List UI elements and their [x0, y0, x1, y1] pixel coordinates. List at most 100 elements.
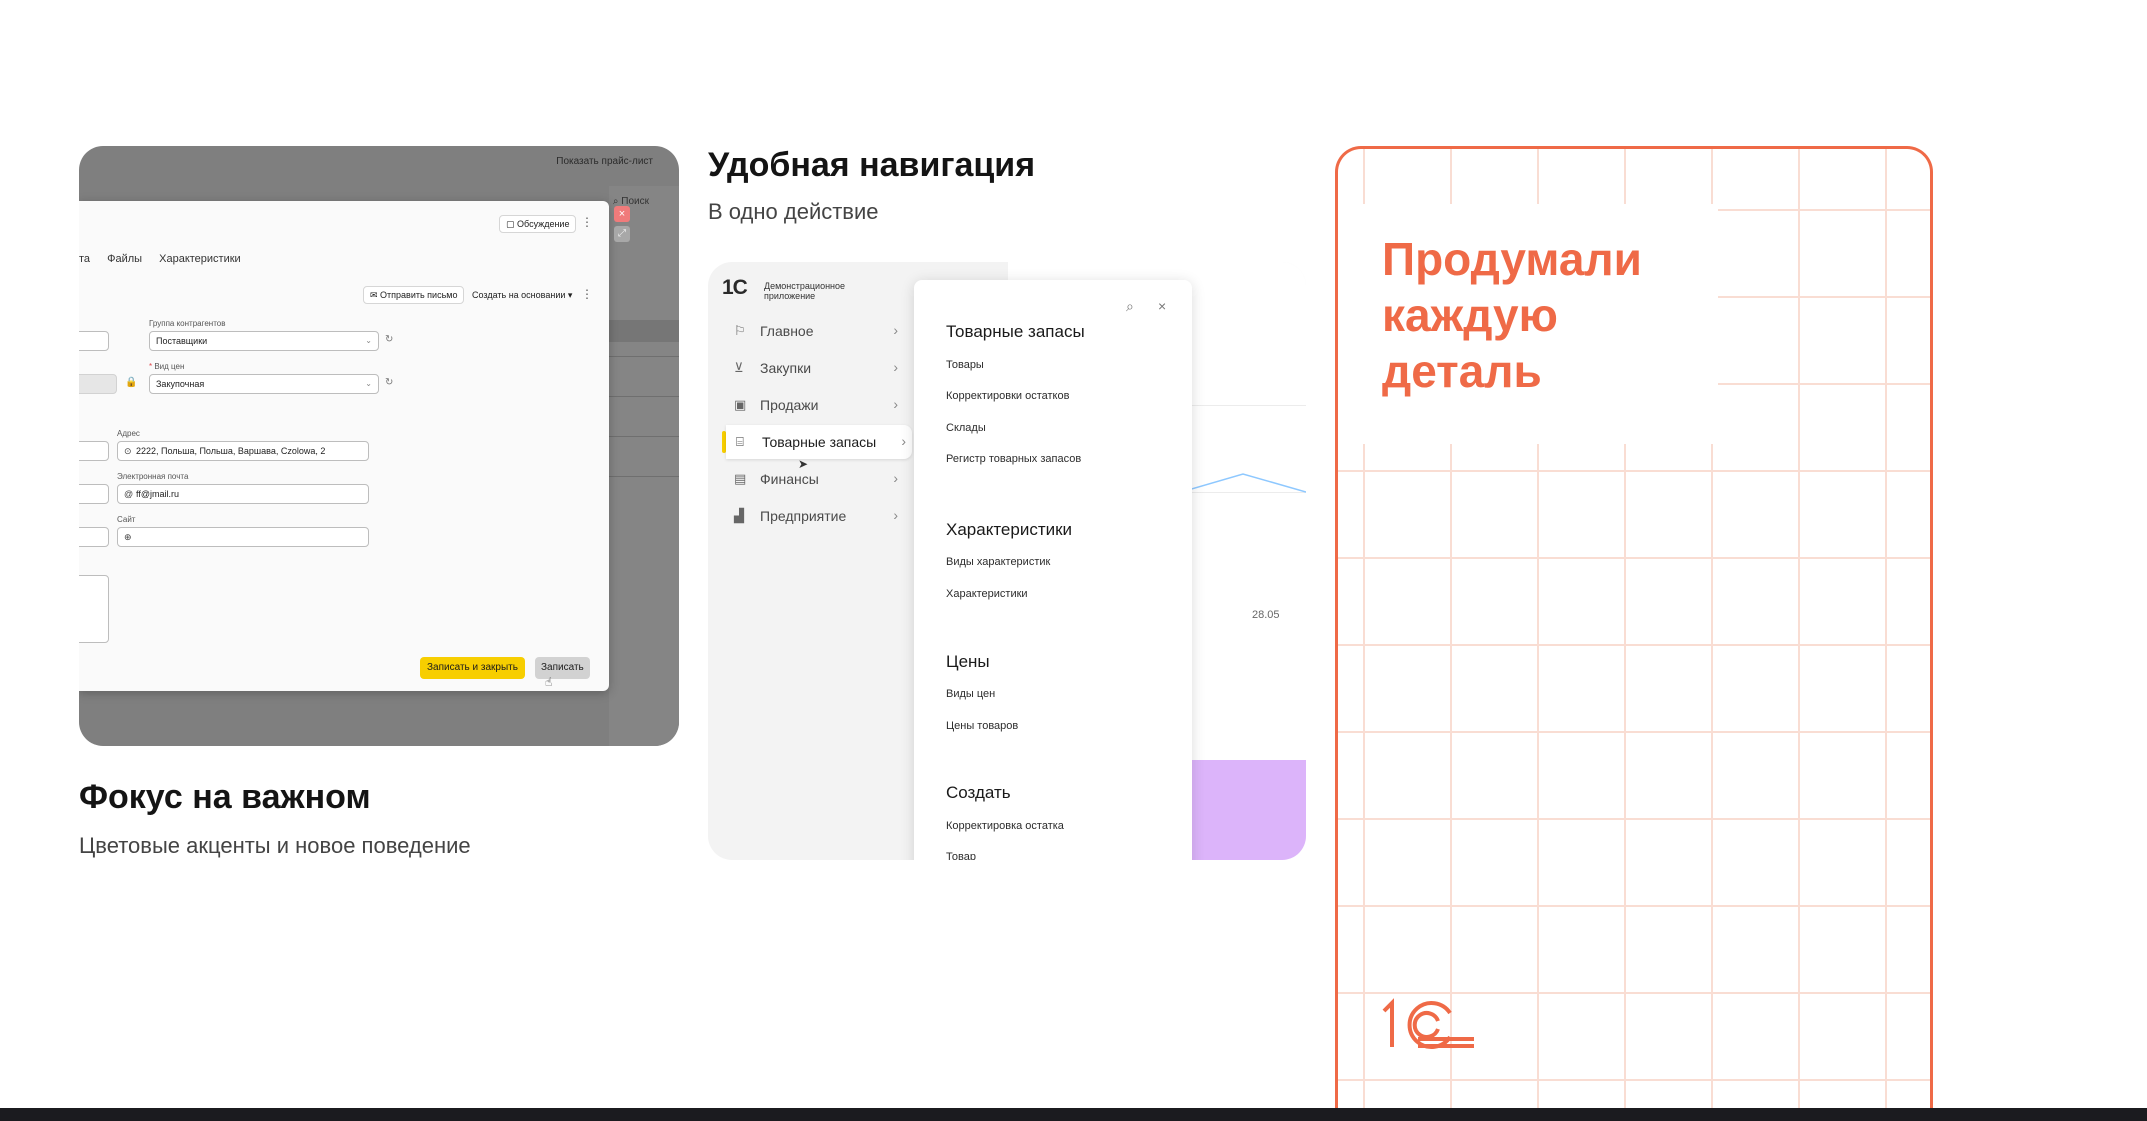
chevron-right-icon: ›: [893, 396, 898, 412]
nav-link[interactable]: Характеристики: [946, 588, 1028, 600]
flag-icon: ⚐: [734, 323, 746, 338]
save-and-close-button[interactable]: Записать и закрыть: [420, 657, 525, 679]
menu-item-finance[interactable]: ▤ Финансы ›: [724, 462, 904, 496]
background-row-divider: [609, 476, 679, 477]
menu-item-enterprise[interactable]: ▟ Предприятие ›: [724, 499, 904, 533]
more-icon[interactable]: ⋮: [581, 215, 593, 229]
focus-card: Показать прайс-лист ⌕ Поиск ▢ Обсуждение…: [79, 146, 679, 746]
background-row-divider: [609, 356, 679, 357]
section-title: Создать: [946, 783, 1011, 802]
group-select[interactable]: Поставщики ⌄: [149, 331, 379, 351]
menu-item-inventory[interactable]: ⌸ Товарные запасы ›: [726, 425, 912, 459]
site-field[interactable]: ⊕: [117, 527, 369, 547]
page-bottom-bar: [0, 1108, 2147, 1121]
section-title: Товарные запасы: [946, 322, 1085, 341]
nav-link[interactable]: Товары: [946, 359, 984, 371]
partial-field[interactable]: [79, 441, 109, 461]
nav-link[interactable]: Виды характеристик: [946, 556, 1050, 568]
price-type-select[interactable]: Закупочная ⌄: [149, 374, 379, 394]
chevron-right-icon: ›: [893, 322, 898, 338]
navigation-title: Удобная навигация: [708, 146, 1036, 184]
navigation-panel: ⌕ × Товарные запасы Товары Корректировки…: [914, 280, 1192, 860]
tab-main[interactable]: та: [79, 253, 90, 265]
chat-icon: ▢: [506, 219, 518, 229]
grid-line: [1338, 818, 1930, 820]
nav-link[interactable]: Корректировка остатка: [946, 820, 1064, 832]
close-icon[interactable]: ×: [614, 206, 630, 222]
grid-line: [1885, 149, 1887, 1121]
partial-field-disabled: [79, 374, 117, 394]
section-title: Цены: [946, 652, 990, 671]
grid-line: [1338, 992, 1930, 994]
mail-icon: ✉: [370, 290, 381, 300]
brand-headline: Продумали каждую деталь: [1382, 233, 1642, 397]
chevron-right-icon: ›: [893, 507, 898, 523]
focus-subtitle: Цветовые акценты и новое поведение: [79, 833, 471, 858]
create-based-button[interactable]: Создать на основании ▾: [472, 290, 572, 301]
save-button[interactable]: Записать: [535, 657, 590, 679]
history-icon[interactable]: ↻: [385, 377, 393, 388]
dialog-tabs: та Файлы Характеристики: [79, 253, 255, 265]
menu-item-purchases[interactable]: ⊻ Закупки ›: [724, 351, 904, 385]
email-label: Электронная почта: [117, 472, 189, 481]
group-label: Группа контрагентов: [149, 319, 226, 328]
menu-item-main[interactable]: ⚐ Главное ›: [724, 314, 904, 348]
nav-link[interactable]: Виды цен: [946, 688, 995, 700]
close-icon[interactable]: ×: [1158, 298, 1166, 314]
grid-line: [1338, 644, 1930, 646]
chevron-down-icon: ⌄: [365, 379, 372, 388]
send-letter-button[interactable]: ✉ Отправить письмо: [363, 286, 465, 304]
chart-bar: [1188, 760, 1306, 860]
app-logo: 1С: [722, 276, 748, 299]
warehouse-icon: ⌸: [736, 434, 744, 449]
location-pin-icon: ⊙: [124, 446, 132, 456]
hand-cursor-icon: ☝: [545, 675, 553, 689]
grid-line: [1338, 731, 1930, 733]
section-title: Характеристики: [946, 520, 1073, 539]
globe-icon: ⊕: [124, 532, 132, 542]
menu-item-sales[interactable]: ▣ Продажи ›: [724, 388, 904, 422]
comment-textarea[interactable]: [79, 575, 109, 643]
discussion-button[interactable]: ▢ Обсуждение: [499, 215, 577, 233]
wallet-icon: ▤: [734, 471, 747, 486]
brand-card: Продумали каждую деталь: [1335, 146, 1933, 1121]
grid-line: [1798, 149, 1800, 1121]
more-icon[interactable]: ⋮: [581, 287, 593, 301]
email-field[interactable]: @ ff@jmail.ru: [117, 484, 369, 504]
price-list-link[interactable]: Показать прайс-лист: [556, 156, 653, 167]
chevron-down-icon: ⌄: [365, 336, 372, 345]
brand-logo: [1382, 998, 1474, 1049]
chevron-down-icon: ▾: [565, 290, 573, 300]
nav-link[interactable]: Товар: [946, 851, 976, 860]
partial-field[interactable]: [79, 484, 109, 504]
chevron-right-icon: ›: [901, 433, 906, 449]
nav-link[interactable]: Склады: [946, 422, 986, 434]
background-list-panel: [609, 186, 679, 746]
nav-link[interactable]: Корректировки остатков: [946, 390, 1069, 402]
grid-line: [1338, 1079, 1930, 1081]
search-icon[interactable]: ⌕: [1126, 298, 1134, 315]
site-label: Сайт: [117, 515, 136, 524]
history-icon[interactable]: ↻: [385, 334, 393, 345]
nav-link[interactable]: Регистр товарных запасов: [946, 453, 1081, 465]
background-row-divider: [609, 436, 679, 437]
tab-files[interactable]: Файлы: [107, 253, 142, 265]
chevron-right-icon: ›: [893, 359, 898, 375]
price-type-label: * Вид цен: [149, 362, 185, 371]
grid-line: [1338, 470, 1930, 472]
partial-field[interactable]: [79, 527, 109, 547]
focus-title: Фокус на важном: [79, 778, 371, 816]
grid-line: [1338, 905, 1930, 907]
expand-icon[interactable]: ⤢: [614, 226, 630, 242]
chart-date: 28.05: [1252, 609, 1280, 621]
counterparty-dialog: ▢ Обсуждение ⋮ та Файлы Характеристики ✉…: [79, 201, 609, 691]
partial-field[interactable]: [79, 331, 109, 351]
navigation-subtitle: В одно действие: [708, 199, 879, 224]
chevron-right-icon: ›: [893, 470, 898, 486]
tab-characteristics[interactable]: Характеристики: [159, 253, 241, 265]
address-field[interactable]: ⊙ 2222, Польша, Польша, Варшава, Czolowa,…: [117, 441, 369, 461]
app-caption: Демонстрационное приложение: [764, 281, 846, 301]
at-icon: @: [124, 489, 134, 499]
nav-link[interactable]: Цены товаров: [946, 720, 1018, 732]
bag-icon: ▣: [734, 397, 747, 412]
